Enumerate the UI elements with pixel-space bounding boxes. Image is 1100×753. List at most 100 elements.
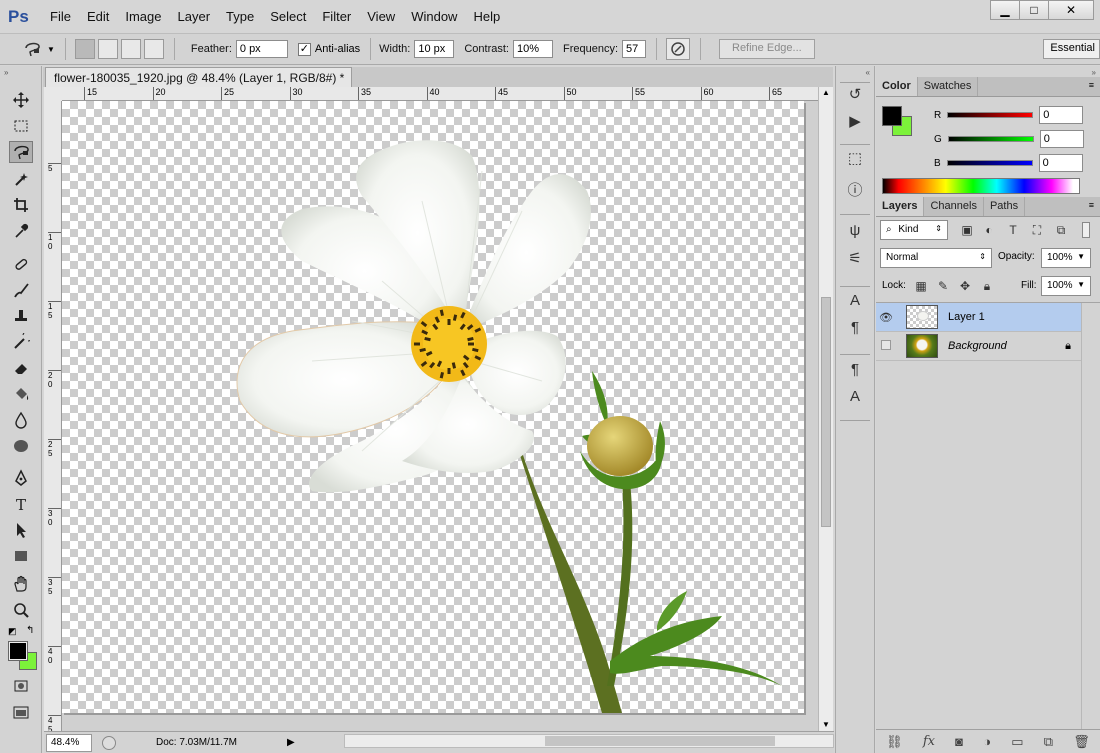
red-value-input[interactable]: 0	[1039, 106, 1084, 124]
refine-edge-button[interactable]: Refine Edge...	[719, 39, 815, 59]
screen-mode-tool[interactable]	[9, 702, 33, 724]
rectangle-tool[interactable]	[9, 545, 33, 567]
width-input[interactable]	[414, 40, 455, 58]
new-selection-button[interactable]	[74, 39, 95, 59]
color-spectrum-ramp[interactable]	[882, 178, 1080, 194]
lock-transparent-icon[interactable]: ▦	[914, 279, 928, 293]
brush-tool[interactable]	[9, 279, 33, 301]
type-tool[interactable]: T	[9, 493, 33, 515]
brush-presets-icon[interactable]: ψ	[844, 219, 866, 241]
adjustment-layer-icon[interactable]: ◑	[983, 734, 991, 749]
fx-icon[interactable]: fx	[923, 734, 935, 749]
green-slider[interactable]	[947, 136, 1034, 142]
lock-all-icon[interactable]: 🔒︎	[980, 279, 994, 293]
filter-smart-object-icon[interactable]: ⧉	[1054, 223, 1068, 237]
blue-value-input[interactable]: 0	[1038, 154, 1083, 172]
paragraph-styles-icon[interactable]: ¶	[844, 358, 866, 380]
red-slider[interactable]	[947, 112, 1034, 118]
color-panel-menu-icon[interactable]: ≡	[1089, 80, 1094, 90]
three-d-icon[interactable]: ⬚	[844, 147, 866, 169]
sponge-tool[interactable]	[9, 435, 33, 457]
add-to-selection-button[interactable]	[97, 39, 118, 59]
eyedropper-tool[interactable]	[9, 220, 33, 242]
menu-window[interactable]: Window	[403, 0, 465, 33]
visibility-toggle-empty[interactable]	[876, 339, 896, 353]
filter-adjustment-icon[interactable]: ◐	[982, 223, 996, 237]
hand-tool[interactable]	[9, 573, 33, 595]
layer-name[interactable]: Background	[948, 340, 1007, 352]
eye-icon[interactable]: 👁︎	[876, 311, 896, 324]
paint-bucket-tool[interactable]	[9, 383, 33, 405]
menu-filter[interactable]: Filter	[314, 0, 359, 33]
contrast-input[interactable]	[512, 40, 553, 58]
history-brush-tool[interactable]	[9, 331, 33, 353]
new-layer-icon[interactable]: ⧉	[1044, 734, 1053, 750]
preset-picker[interactable]: ▼	[22, 40, 55, 58]
filter-type-icon[interactable]: T	[1006, 223, 1020, 237]
pen-tool[interactable]	[9, 467, 33, 489]
menu-select[interactable]: Select	[262, 0, 314, 33]
menu-layer[interactable]: Layer	[170, 0, 219, 33]
maximize-button[interactable]: □	[1019, 0, 1049, 20]
adjustments-icon[interactable]: ⚟	[844, 247, 866, 269]
canvas-pasteboard[interactable]	[62, 101, 818, 731]
layer-row-background[interactable]: Background 🔒︎	[876, 332, 1081, 361]
character-styles-icon[interactable]: A	[844, 385, 866, 407]
ruler-origin[interactable]	[44, 87, 62, 101]
tab-color[interactable]: Color	[876, 77, 918, 96]
new-group-icon[interactable]: ▭	[1011, 734, 1023, 750]
move-tool[interactable]	[9, 89, 33, 111]
subtract-selection-button[interactable]	[120, 39, 141, 59]
vertical-scroll-thumb[interactable]	[821, 297, 831, 527]
lasso-tool[interactable]	[9, 141, 33, 163]
layers-scrollbar[interactable]	[1081, 303, 1100, 729]
path-selection-tool[interactable]	[9, 519, 33, 541]
crop-tool[interactable]	[9, 194, 33, 216]
zoom-level-field[interactable]: 48.4%	[46, 733, 92, 752]
layer-row-layer1[interactable]: 👁︎ Layer 1	[876, 303, 1081, 332]
filter-toggle[interactable]	[1082, 222, 1090, 238]
status-info-icon[interactable]	[102, 735, 116, 750]
document-tab[interactable]: flower-180035_1920.jpg @ 48.4% (Layer 1,…	[45, 67, 352, 99]
workspace-switcher[interactable]: Essential	[1043, 39, 1100, 59]
fill-field[interactable]: 100% ▼	[1041, 276, 1091, 296]
dock-collapse-icon[interactable]: «	[866, 68, 870, 77]
tab-paths[interactable]: Paths	[984, 197, 1026, 216]
info-icon[interactable]: ⓘ	[844, 178, 866, 200]
scroll-down-icon[interactable]: ▼	[822, 720, 830, 729]
menu-edit[interactable]: Edit	[79, 0, 117, 33]
document-canvas[interactable]	[62, 101, 804, 713]
layers-panel-menu-icon[interactable]: ≡	[1089, 200, 1094, 210]
antialias-checkbox[interactable]: ✓ Anti-alias	[297, 42, 360, 56]
character-icon[interactable]: A	[844, 289, 866, 311]
lock-brush-icon[interactable]: ✎	[936, 279, 950, 293]
horizontal-scroll-thumb[interactable]	[545, 736, 775, 746]
foreground-color-swatch[interactable]	[882, 106, 902, 126]
link-layers-icon[interactable]: ⛓	[886, 734, 903, 750]
blur-tool[interactable]	[9, 409, 33, 431]
filter-shape-icon[interactable]: ⛶	[1030, 223, 1044, 237]
filter-kind-select[interactable]: ⌕ Kind ⇕	[880, 220, 948, 240]
add-mask-icon[interactable]: ◙	[955, 734, 963, 749]
status-menu-arrow-icon[interactable]: ▶	[287, 737, 295, 748]
layer-name[interactable]: Layer 1	[948, 311, 985, 323]
menu-view[interactable]: View	[359, 0, 403, 33]
opacity-field[interactable]: 100% ▼	[1041, 248, 1091, 268]
swap-colors-icon[interactable]: ↰	[26, 625, 34, 636]
marquee-tool[interactable]	[9, 115, 33, 137]
close-button[interactable]: ✕	[1048, 0, 1094, 20]
actions-icon[interactable]: ▶	[844, 110, 866, 132]
scroll-up-icon[interactable]: ▲	[822, 88, 830, 97]
trash-icon[interactable]: 🗑︎	[1073, 734, 1090, 750]
default-colors-icon[interactable]: ◩	[8, 626, 17, 637]
toolbar-foreground-swatch[interactable]	[8, 641, 28, 661]
horizontal-ruler[interactable]: 15 20 25 30 35 40 45 50 55 60 65	[62, 87, 818, 101]
clone-stamp-tool[interactable]	[9, 305, 33, 327]
menu-type[interactable]: Type	[218, 0, 262, 33]
intersect-selection-button[interactable]	[143, 39, 164, 59]
healing-brush-tool[interactable]	[9, 253, 33, 275]
eraser-tool[interactable]	[9, 357, 33, 379]
feather-input[interactable]	[235, 40, 288, 58]
horizontal-scrollbar[interactable]	[344, 734, 834, 748]
history-icon[interactable]: ↺	[844, 83, 866, 105]
